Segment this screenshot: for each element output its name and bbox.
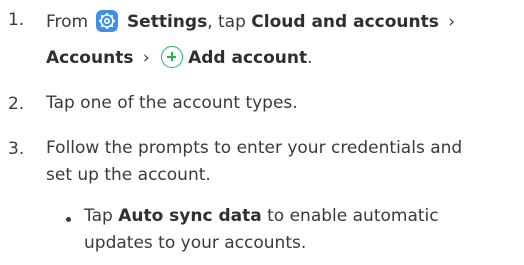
bullet-tap-text: Tap	[84, 206, 113, 226]
from-text: From	[46, 12, 89, 32]
instructions-document: 1. From Settings, tap Cloud and accounts…	[0, 0, 524, 265]
step-2-line: Tap one of the account types.	[46, 93, 298, 113]
bullet-dot	[66, 217, 71, 222]
add-account-label: Add account	[188, 48, 308, 68]
step-3-line-2: set up the account.	[46, 165, 211, 185]
accounts-label: Accounts	[46, 48, 134, 68]
bullet-line-2: updates to your accounts.	[84, 233, 307, 253]
settings-gear-icon	[95, 10, 118, 32]
settings-label: Settings	[126, 12, 208, 32]
breadcrumb-separator: ›	[142, 48, 150, 68]
step-1-line-1: From Settings, tap Cloud and accounts ›	[46, 10, 459, 34]
auto-sync-label: Auto sync data	[118, 206, 262, 226]
step-1-line-2: Accounts › Add account.	[46, 46, 313, 70]
period-text: .	[307, 48, 313, 68]
breadcrumb-separator: ›	[448, 12, 456, 32]
add-plus-circle-icon	[161, 46, 184, 68]
step-number: 1.	[8, 10, 25, 30]
cloud-accounts-label: Cloud and accounts	[251, 12, 439, 32]
tap-text: , tap	[207, 12, 246, 32]
step-number: 2.	[8, 94, 25, 114]
step-3-line-1: Follow the prompts to enter your credent…	[46, 138, 463, 158]
bullet-rest-1: to enable automatic	[267, 206, 439, 226]
bullet-line-1: Tap Auto sync data to enable automatic	[84, 204, 439, 228]
step-number: 3.	[8, 139, 25, 159]
